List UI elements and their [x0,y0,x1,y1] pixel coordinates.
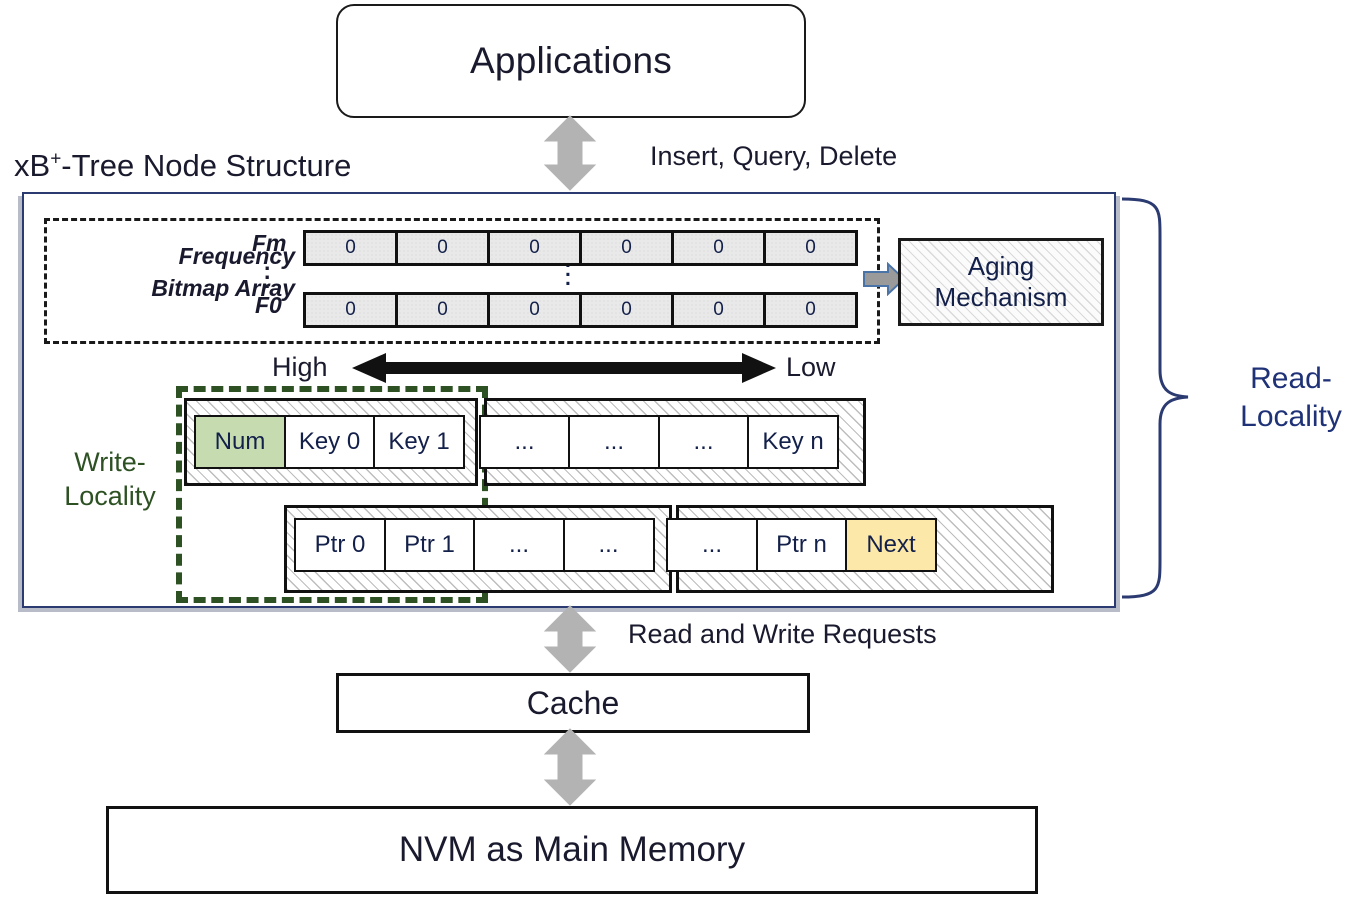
applications-box: Applications [336,4,806,118]
data-cell: Key 1 [373,415,465,469]
aging-label-line1: Aging [967,251,1035,281]
bitmap-cell: 0 [674,233,766,263]
high-frequency-label: High [272,352,328,382]
row-tag-f0: F0 [255,292,282,318]
data-cell: ... [473,518,565,572]
bitmap-cell: 0 [398,233,490,263]
frequency-rows-ellipsis-icon: ... [264,249,271,293]
bitmap-cell: 0 [490,233,582,263]
data-cell: ... [666,518,758,572]
arrow-cache-nvm [543,728,597,806]
cache-box: Cache [336,673,810,733]
data-cell: Key n [747,415,839,469]
node-title-suffix: -Tree Node Structure [61,148,352,183]
nvm-main-memory-box: NVM as Main Memory [106,806,1038,894]
read-locality-line1: Read- [1250,362,1332,395]
nvm-label: NVM as Main Memory [398,830,746,869]
write-locality-line2: Locality [64,481,156,511]
low-frequency-label: Low [786,352,836,382]
data-cell: Ptr n [755,518,848,572]
aging-mechanism-box: Aging Mechanism [898,238,1104,326]
data-cell: Ptr 1 [383,518,476,572]
aging-label-line2: Mechanism [934,282,1068,312]
bitmap-cell: 0 [306,295,398,325]
bitmap-cell: 0 [766,233,855,263]
read-locality-line2: Locality [1240,400,1342,433]
cacheline-gap [463,415,479,469]
bitmap-cell: 0 [490,295,582,325]
frequency-bitmap-row-fm: 000000 [303,230,858,266]
arrow-node-cache [543,605,597,673]
cacheline-gap [652,518,666,572]
node-title-superscript: + [50,148,62,170]
read-locality-label: Read- Locality [1218,360,1364,436]
data-cell: Ptr 0 [294,518,386,572]
read-locality-brace [1121,197,1189,599]
applications-label: Applications [470,40,672,81]
write-locality-line1: Write- [74,447,146,477]
data-cell: ... [568,415,660,469]
arrow-applications-node [543,115,597,191]
bitmap-cell: 0 [766,295,855,325]
frequency-gradient-arrow [352,353,776,383]
frequency-bitmap-row-f0: 000000 [303,292,858,328]
bitmap-cell: 0 [582,233,674,263]
write-locality-label: Write- Locality [46,445,174,513]
data-cell: Num [194,415,286,469]
data-cell: Key 0 [283,415,376,469]
node-title-prefix: xB [14,148,51,183]
bitmap-cell: 0 [674,295,766,325]
data-cell: ... [657,415,750,469]
key-cells-group: Num Key 0 Key 1......... Key n [194,415,839,469]
insert-query-delete-caption: Insert, Query, Delete [650,141,898,171]
data-cell: ... [478,415,571,469]
data-cell: ... [562,518,655,572]
node-structure-title: xB+-Tree Node Structure [14,148,351,184]
bitmap-cell: 0 [306,233,398,263]
bitmap-cell: 0 [398,295,490,325]
data-cell: Next [845,518,937,572]
read-write-requests-caption: Read and Write Requests [628,619,937,649]
cache-label: Cache [526,684,620,721]
bitmap-cell: 0 [582,295,674,325]
pointer-cells-group: Ptr 0 Ptr 1......... Ptr n Next [294,518,937,572]
